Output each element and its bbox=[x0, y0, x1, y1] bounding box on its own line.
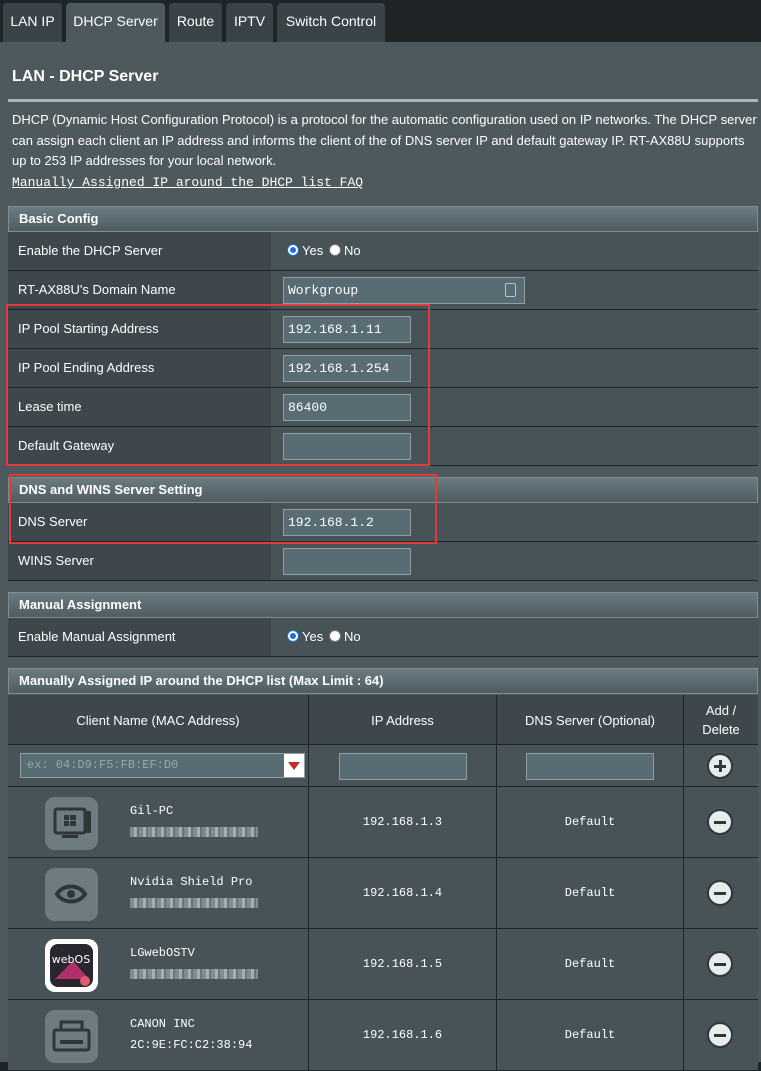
delete-icon[interactable] bbox=[707, 1022, 733, 1048]
enable-dhcp-yes-radio[interactable]: Yes bbox=[287, 243, 323, 259]
dhcp-list-header: Manually Assigned IP around the DHCP lis… bbox=[8, 668, 758, 694]
tab-switch-control[interactable]: Switch Control bbox=[277, 3, 385, 42]
domain-name-input[interactable]: Workgroup bbox=[283, 277, 525, 304]
tab-lan-ip[interactable]: LAN IP bbox=[3, 3, 62, 42]
delete-icon[interactable] bbox=[707, 809, 733, 835]
row-wins-server: WINS Server bbox=[8, 542, 758, 581]
client-name: CANON INC bbox=[130, 1017, 195, 1031]
nvidia-icon bbox=[45, 868, 98, 921]
title-divider bbox=[8, 99, 758, 102]
client-ip: 192.168.1.3 bbox=[362, 815, 443, 829]
client-name: LGwebOSTV bbox=[130, 946, 195, 960]
enable-dhcp-label: Enable the DHCP Server bbox=[8, 232, 271, 270]
tab-route[interactable]: Route bbox=[169, 3, 222, 42]
client-name: Nvidia Shield Pro bbox=[130, 875, 253, 889]
client-mac-redacted bbox=[130, 827, 258, 837]
page-title: LAN - DHCP Server bbox=[12, 68, 159, 85]
new-ip-input[interactable] bbox=[339, 753, 467, 780]
table-row: Gil-PC 192.168.1.3 Default bbox=[8, 787, 758, 858]
client-ip: 192.168.1.6 bbox=[362, 1028, 443, 1042]
svg-text:webOS: webOS bbox=[52, 953, 90, 966]
wins-server-label: WINS Server bbox=[8, 542, 271, 580]
col-ip-address: IP Address bbox=[371, 712, 434, 728]
wins-server-value bbox=[271, 542, 758, 580]
basic-config-header: Basic Config bbox=[8, 206, 758, 232]
tab-bar: LAN IP DHCP Server Route IPTV Switch Con… bbox=[0, 0, 761, 42]
radio-no-label: No bbox=[344, 243, 361, 258]
client-dns: Default bbox=[564, 815, 616, 829]
enable-dhcp-no-radio[interactable]: No bbox=[329, 243, 361, 259]
enable-manual-label: Enable Manual Assignment bbox=[8, 618, 271, 656]
client-dns: Default bbox=[564, 1028, 616, 1042]
client-mac-redacted bbox=[130, 969, 258, 979]
table-row: webOS LGwebOSTV 192.168.1.5 Default bbox=[8, 929, 758, 1000]
radio-yes-label: Yes bbox=[302, 243, 324, 258]
radio-no-label: No bbox=[344, 629, 361, 644]
client-dns: Default bbox=[564, 886, 616, 900]
row-enable-dhcp: Enable the DHCP Server Yes No bbox=[8, 232, 758, 271]
tab-iptv[interactable]: IPTV bbox=[226, 3, 273, 42]
page-description: DHCP (Dynamic Host Configuration Protoco… bbox=[12, 112, 757, 168]
tab-dhcp-server[interactable]: DHCP Server bbox=[66, 3, 165, 42]
windows-pc-icon bbox=[45, 797, 98, 850]
radio-yes-label: Yes bbox=[302, 629, 324, 644]
highlight-box-dns bbox=[9, 474, 437, 544]
client-name: Gil-PC bbox=[130, 804, 174, 818]
col-dns-server: DNS Server (Optional) bbox=[524, 712, 656, 728]
dhcp-list-input-row: ex: 04:D9:F5:FB:EF:D0 bbox=[8, 745, 758, 787]
enable-manual-value: Yes No bbox=[271, 618, 758, 656]
new-dns-input[interactable] bbox=[526, 753, 654, 780]
chevron-down-icon[interactable] bbox=[284, 754, 304, 777]
webos-tv-icon: webOS bbox=[45, 939, 98, 992]
domain-name-text: Workgroup bbox=[288, 283, 359, 298]
table-row: CANON INC 2C:9E:FC:C2:38:94 192.168.1.6 Def… bbox=[8, 1000, 758, 1071]
client-ip: 192.168.1.4 bbox=[362, 886, 443, 900]
col-delete-label: Delete bbox=[702, 722, 740, 737]
client-mac: 2C:9E:FC:C2:38:94 bbox=[130, 1038, 253, 1052]
printer-icon bbox=[45, 1010, 98, 1063]
table-row: Nvidia Shield Pro 192.168.1.4 Default bbox=[8, 858, 758, 929]
col-add-delete: Add / Delete bbox=[684, 695, 758, 745]
enable-manual-no-radio[interactable]: No bbox=[329, 629, 361, 645]
delete-icon[interactable] bbox=[707, 951, 733, 977]
client-ip: 192.168.1.5 bbox=[362, 957, 443, 971]
password-manager-icon[interactable] bbox=[505, 283, 516, 297]
wins-server-input[interactable] bbox=[283, 548, 411, 575]
manual-assignment-header: Manual Assignment bbox=[8, 592, 758, 618]
client-mac-redacted bbox=[130, 898, 258, 908]
faq-link[interactable]: Manually Assigned IP around the DHCP lis… bbox=[12, 175, 363, 190]
highlight-box-ip-pool bbox=[6, 304, 430, 466]
enable-manual-yes-radio[interactable]: Yes bbox=[287, 629, 323, 645]
col-add-label: Add / bbox=[705, 703, 737, 718]
client-mac-select[interactable]: ex: 04:D9:F5:FB:EF:D0 bbox=[20, 753, 305, 778]
delete-icon[interactable] bbox=[707, 880, 733, 906]
row-enable-manual: Enable Manual Assignment Yes No bbox=[8, 618, 758, 657]
col-client-name: Client Name (MAC Address) bbox=[76, 712, 240, 728]
enable-dhcp-value: Yes No bbox=[271, 232, 758, 270]
client-dns: Default bbox=[564, 957, 616, 971]
mac-placeholder: ex: 04:D9:F5:FB:EF:D0 bbox=[27, 758, 179, 772]
add-icon[interactable] bbox=[707, 753, 733, 779]
dhcp-list-table-header: Client Name (MAC Address) IP Address DNS… bbox=[8, 695, 758, 745]
